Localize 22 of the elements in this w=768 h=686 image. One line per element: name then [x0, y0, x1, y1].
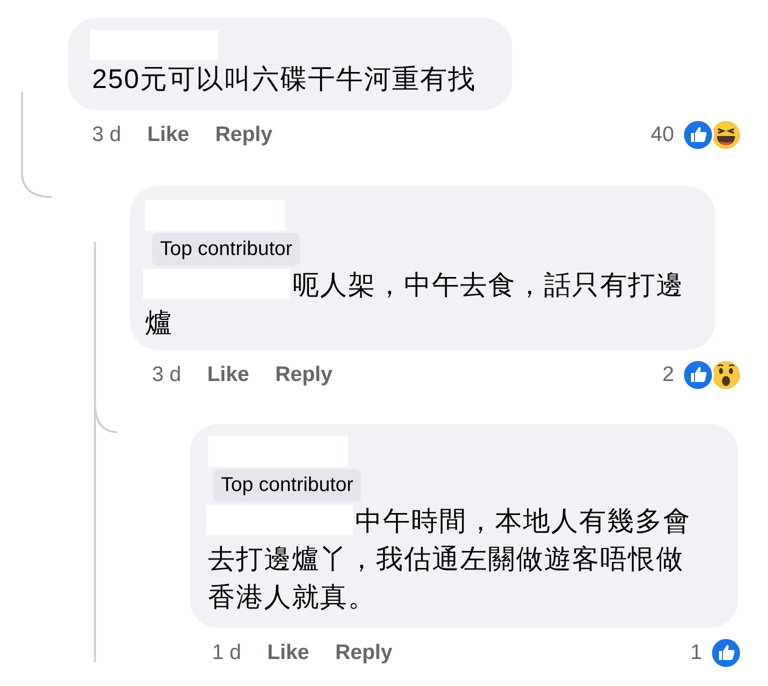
laughing-face-icon: [710, 119, 742, 151]
reaction-count: 2: [662, 363, 674, 387]
comment-time: 3 d: [152, 363, 182, 387]
contributor-badge: Top contributor: [213, 469, 362, 502]
reply-link[interactable]: Reply: [215, 123, 272, 147]
comment-time: 1 d: [212, 641, 242, 665]
reply-link[interactable]: Reply: [335, 641, 392, 665]
like-link[interactable]: Like: [207, 363, 250, 387]
comment-text: 中午時間，本地人有幾多會去打邊爐丫，我估通左關做遊客唔恨做香港人就真。: [208, 505, 692, 614]
comment-text: 呃人架，中午去食，話只有打邊爐: [145, 269, 685, 340]
like-icon: [682, 359, 714, 391]
comment-text: 250元可以叫六碟干牛河重有找: [92, 63, 478, 96]
surprised-face-icon: [710, 359, 742, 391]
reply-link[interactable]: Reply: [275, 363, 332, 387]
like-link[interactable]: Like: [147, 123, 190, 147]
like-icon: [682, 119, 714, 151]
like-icon: [710, 637, 742, 669]
reaction-count: 1: [690, 641, 702, 665]
reaction-count: 40: [650, 123, 674, 147]
like-link[interactable]: Like: [267, 641, 310, 665]
comment-time: 3 d: [92, 123, 122, 147]
contributor-badge: Top contributor: [152, 233, 300, 266]
